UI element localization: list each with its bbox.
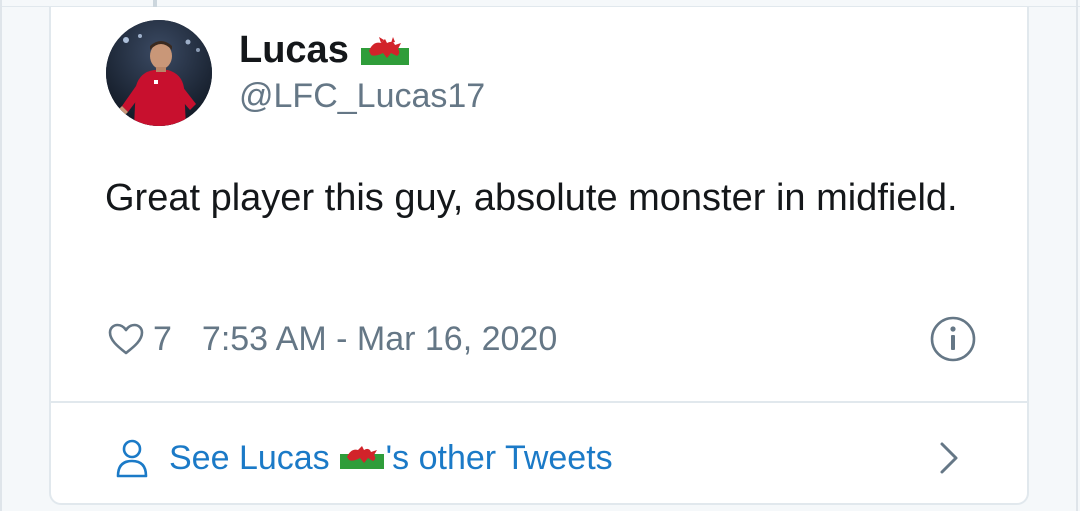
tweet-text: Great player this guy, absolute monster … xyxy=(105,177,958,219)
tweet-meta: 7 7:53 AM - Mar 16, 2020 xyxy=(107,317,557,361)
link-text-prefix: See Lucas xyxy=(169,438,330,477)
tweet-timestamp[interactable]: 7:53 AM - Mar 16, 2020 xyxy=(202,320,557,359)
author-handle[interactable]: @LFC_Lucas17 xyxy=(239,77,485,116)
chevron-right-icon[interactable] xyxy=(937,440,961,476)
avatar[interactable] xyxy=(106,20,212,126)
person-outline-icon xyxy=(116,439,148,478)
info-circle-icon[interactable] xyxy=(929,315,977,363)
wales-flag-small-icon xyxy=(339,438,384,478)
left-edge xyxy=(0,0,2,511)
see-other-tweets-link[interactable]: See Lucas 's other Tweets xyxy=(115,433,613,483)
heart-outline-icon[interactable] xyxy=(107,322,145,356)
author-name[interactable]: Lucas xyxy=(239,29,349,72)
right-edge xyxy=(1076,0,1078,511)
card-divider xyxy=(51,401,1027,403)
link-text-suffix: 's other Tweets xyxy=(385,438,613,477)
avatar-photo xyxy=(106,20,212,126)
wales-flag-icon xyxy=(360,30,409,70)
like-count: 7 xyxy=(153,319,172,358)
tweet-card: Lucas @LFC_Lucas17 Great player this guy… xyxy=(49,7,1029,505)
author-row[interactable]: Lucas xyxy=(239,25,409,75)
